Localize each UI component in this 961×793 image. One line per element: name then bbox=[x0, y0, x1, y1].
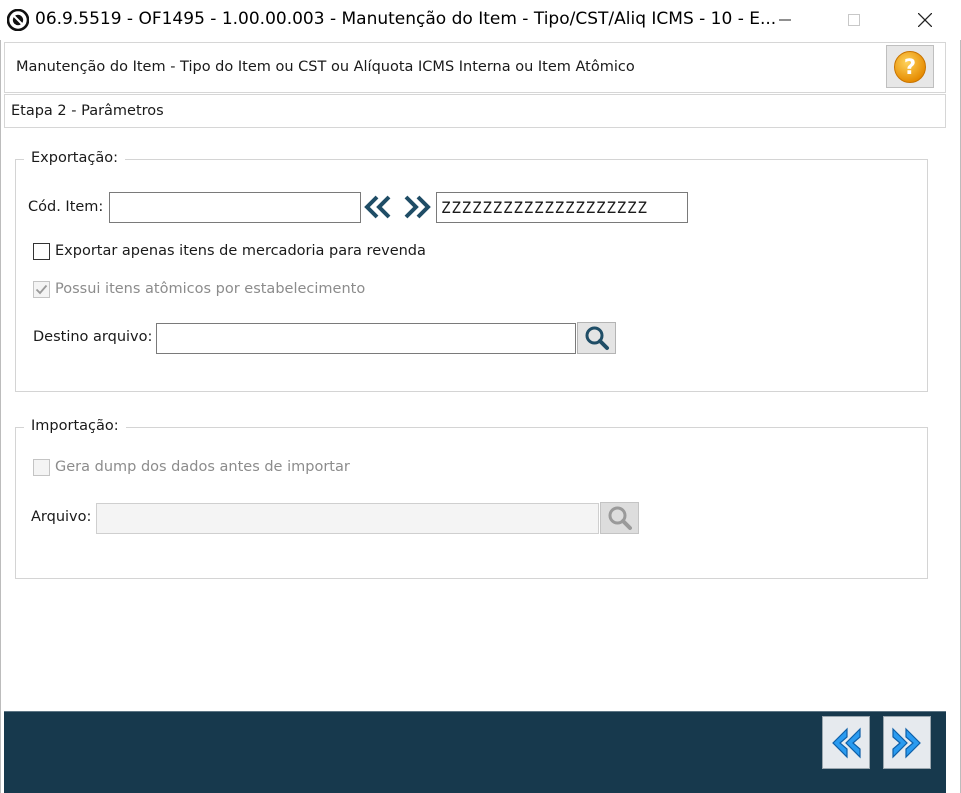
app-logo-icon bbox=[7, 9, 29, 31]
range-first-button[interactable] bbox=[362, 192, 392, 222]
arquivo-input[interactable] bbox=[96, 503, 599, 534]
window-title: 06.9.5519 - OF1495 - 1.00.00.003 - Manut… bbox=[35, 9, 777, 29]
step-panel: Etapa 2 - Parâmetros bbox=[4, 94, 946, 128]
arquivo-search-button[interactable] bbox=[600, 502, 639, 534]
double-chevron-left-icon bbox=[364, 195, 391, 219]
previous-button[interactable] bbox=[822, 716, 870, 769]
close-button[interactable] bbox=[902, 0, 948, 40]
close-icon bbox=[918, 13, 932, 27]
minimize-button[interactable] bbox=[762, 0, 808, 40]
arquivo-label: Arquivo: bbox=[31, 509, 92, 525]
checkmark-icon bbox=[35, 284, 48, 295]
next-button[interactable] bbox=[883, 716, 931, 769]
cod-item-from-input[interactable] bbox=[109, 192, 361, 223]
cod-item-label: Cód. Item: bbox=[28, 199, 104, 215]
minimize-icon bbox=[779, 19, 791, 21]
question-circle-icon: ? bbox=[894, 50, 926, 83]
footer-bar bbox=[4, 712, 946, 793]
atomic-items-checkbox[interactable] bbox=[33, 281, 50, 298]
destino-search-button[interactable] bbox=[577, 322, 616, 354]
dump-checkbox[interactable] bbox=[33, 459, 50, 476]
only-resale-label: Exportar apenas itens de mercadoria para… bbox=[55, 243, 426, 259]
double-chevron-left-icon bbox=[832, 727, 861, 758]
step-label: Etapa 2 - Parâmetros bbox=[11, 103, 164, 119]
range-last-button[interactable] bbox=[403, 192, 433, 222]
only-resale-checkbox[interactable] bbox=[33, 243, 50, 260]
double-chevron-right-icon bbox=[404, 195, 431, 219]
title-bar: 06.9.5519 - OF1495 - 1.00.00.003 - Manut… bbox=[0, 0, 961, 40]
import-legend: Importação: bbox=[24, 418, 126, 434]
maximize-icon bbox=[848, 14, 860, 26]
header-panel: Manutenção do Item - Tipo do Item ou CST… bbox=[4, 42, 946, 93]
search-icon bbox=[608, 506, 632, 530]
window-border-left bbox=[0, 40, 1, 793]
destino-input[interactable] bbox=[156, 323, 576, 354]
export-legend: Exportação: bbox=[24, 150, 125, 166]
maximize-button[interactable] bbox=[831, 0, 877, 40]
search-icon bbox=[585, 326, 609, 350]
atomic-items-label: Possui itens atômicos por estabeleciment… bbox=[55, 281, 366, 297]
dump-label: Gera dump dos dados antes de importar bbox=[55, 459, 350, 475]
destino-label: Destino arquivo: bbox=[33, 329, 153, 345]
svg-text:?: ? bbox=[904, 55, 916, 79]
cod-item-to-input[interactable]: ZZZZZZZZZZZZZZZZZZZZ bbox=[436, 192, 688, 223]
page-title: Manutenção do Item - Tipo do Item ou CST… bbox=[16, 59, 635, 75]
help-button[interactable]: ? bbox=[886, 45, 934, 88]
double-chevron-right-icon bbox=[892, 727, 921, 758]
